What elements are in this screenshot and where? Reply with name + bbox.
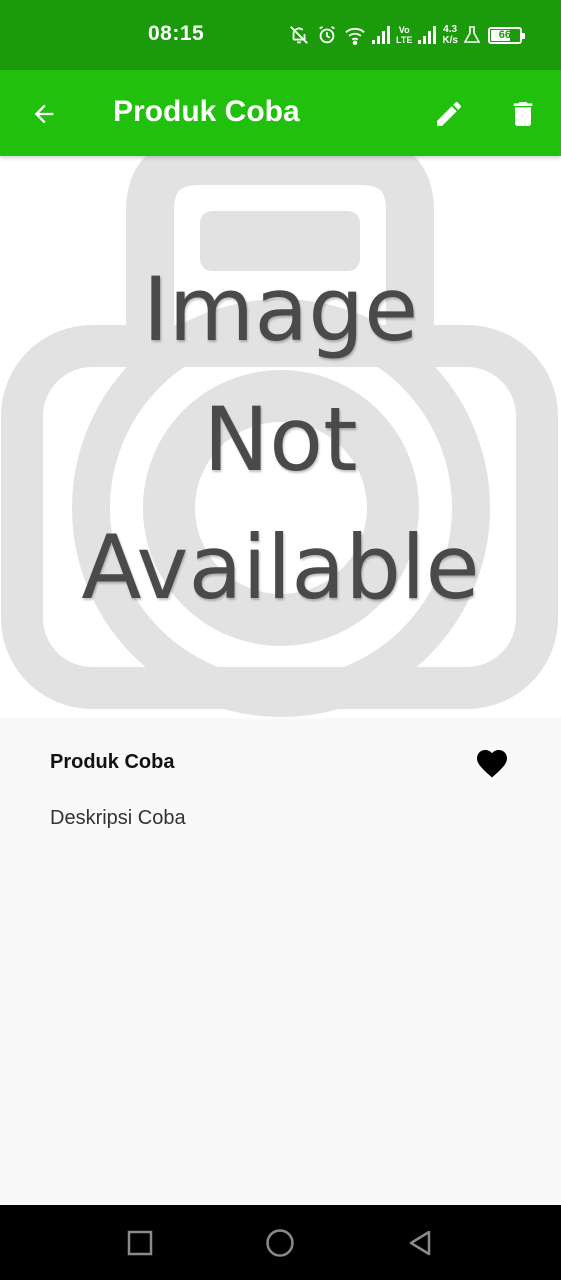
product-image: Image Not Available bbox=[0, 156, 561, 718]
heart-icon bbox=[477, 750, 507, 778]
product-name: Produk Coba bbox=[50, 751, 175, 773]
volte-indicator: Vo LTE bbox=[396, 25, 412, 45]
recent-apps-icon bbox=[127, 1230, 153, 1256]
pencil-icon bbox=[437, 101, 462, 126]
volte-top: Vo bbox=[398, 25, 410, 35]
lab-icon bbox=[463, 26, 480, 44]
product-detail-screen: 08:15 Vo LTE 4.3 K/s 66 Produk Coba Imag… bbox=[0, 0, 561, 1280]
alarm-icon bbox=[316, 24, 338, 46]
battery-icon: 66 bbox=[487, 26, 525, 44]
battery-level: 66 bbox=[498, 29, 512, 41]
product-description: Deskripsi Coba bbox=[50, 807, 186, 829]
back-icon bbox=[409, 1230, 431, 1256]
recent-apps-button[interactable] bbox=[120, 1223, 160, 1263]
status-icons: Vo LTE 4.3 K/s 66 bbox=[288, 20, 525, 50]
signal-icon bbox=[418, 26, 437, 44]
page-title: Produk Coba bbox=[113, 95, 300, 128]
system-back-button[interactable] bbox=[400, 1223, 440, 1263]
status-time: 08:15 bbox=[148, 22, 205, 45]
app-bar: Produk Coba bbox=[0, 70, 561, 156]
favorite-button[interactable] bbox=[470, 742, 514, 782]
net-speed-unit: K/s bbox=[442, 35, 458, 46]
placeholder-line-3: Available bbox=[81, 516, 480, 619]
navigation-bar bbox=[0, 1205, 561, 1280]
signal-icon bbox=[372, 26, 390, 44]
arrow-left-icon bbox=[34, 104, 54, 124]
net-speed-value: 4.3 bbox=[443, 24, 458, 35]
delete-button[interactable] bbox=[500, 91, 546, 137]
mute-notification-icon bbox=[288, 24, 310, 46]
placeholder-line-1: Image bbox=[142, 258, 419, 361]
edit-button[interactable] bbox=[426, 91, 472, 137]
trash-icon bbox=[513, 102, 533, 126]
home-icon bbox=[266, 1229, 294, 1257]
home-button[interactable] bbox=[260, 1223, 300, 1263]
wifi-icon bbox=[344, 25, 366, 45]
status-bar: 08:15 Vo LTE 4.3 K/s 66 bbox=[0, 0, 561, 70]
net-speed: 4.3 K/s bbox=[442, 24, 458, 46]
product-details: Produk Coba Deskripsi Coba bbox=[0, 718, 561, 1205]
back-button[interactable] bbox=[22, 92, 66, 136]
placeholder-line-2: Not bbox=[203, 388, 358, 491]
volte-bottom: LTE bbox=[396, 35, 413, 45]
